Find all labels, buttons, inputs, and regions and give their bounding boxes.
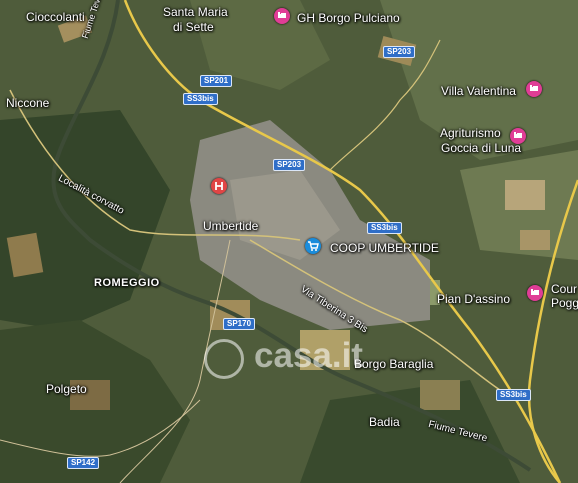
- place-label-cioccolanti: Cioccolanti: [26, 10, 85, 24]
- road-badge-sp203: SP203: [383, 46, 416, 58]
- road-badge-ss3bis: SS3bis: [496, 389, 531, 401]
- road-badge-ss3bis: SS3bis: [367, 222, 402, 234]
- road-badge-sp170: SP170: [223, 318, 256, 330]
- hotel-pin-icon[interactable]: [527, 285, 543, 301]
- place-label-romeggio: ROMEGGIO: [94, 277, 160, 289]
- place-label-pian-dassino: Pian D'assino: [437, 292, 510, 306]
- shopping-cart-icon[interactable]: [305, 238, 321, 254]
- place-label-umbertide: Umbertide: [203, 219, 259, 233]
- watermark: casa.it: [254, 336, 363, 375]
- place-label-agriturismo: Agriturismo: [440, 126, 501, 140]
- place-label-gh-borgo-pulciano: GH Borgo Pulciano: [297, 11, 400, 25]
- road-badge-sp142: SP142: [67, 457, 100, 469]
- hotel-pin-icon[interactable]: [510, 128, 526, 144]
- place-label-borgo-baraglia: Borgo Baraglia: [354, 357, 434, 371]
- hospital-pin-icon[interactable]: [211, 178, 227, 194]
- road-badge-ss3bis: SS3bis: [183, 93, 218, 105]
- satellite-map[interactable]: [0, 0, 578, 483]
- casa-logo-icon: [204, 339, 244, 379]
- hotel-pin-icon[interactable]: [274, 8, 290, 24]
- place-label-coop-umbertide: COOP UMBERTIDE: [330, 241, 439, 255]
- place-label-pogg: Pogg: [551, 296, 578, 310]
- place-label-villa-valentina: Villa Valentina: [441, 84, 516, 98]
- place-label-di-sette: di Sette: [173, 20, 214, 34]
- place-label-niccone: Niccone: [6, 96, 50, 110]
- hotel-pin-icon[interactable]: [526, 81, 542, 97]
- road-badge-sp201: SP201: [200, 75, 233, 87]
- place-label-badia: Badia: [369, 415, 400, 429]
- place-label-polgeto: Polgeto: [46, 382, 87, 396]
- place-label-cour: Cour: [551, 282, 578, 296]
- road-badge-sp203: SP203: [273, 159, 306, 171]
- place-label-santa-maria: Santa Maria: [163, 5, 228, 19]
